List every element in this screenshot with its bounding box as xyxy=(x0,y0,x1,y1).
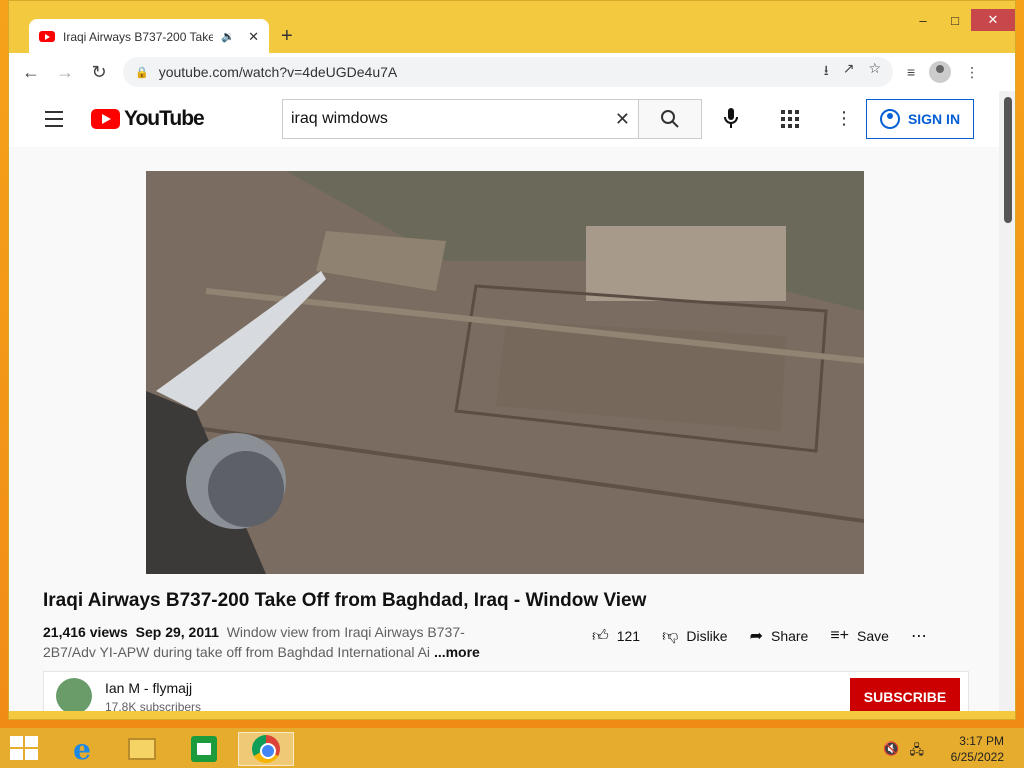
sign-in-label: SIGN IN xyxy=(907,111,961,127)
video-actions: 👍︎ 121 👎︎ Dislike ➦ Share ≡+ Save ⋯ xyxy=(592,626,927,646)
back-arrow-icon[interactable]: ← xyxy=(21,62,41,83)
apps-grid-button[interactable] xyxy=(781,110,799,133)
youtube-logo-text: YouTube xyxy=(124,107,205,130)
browser-tab[interactable]: Iraqi Airways B737-200 Take 🔉 ✕ xyxy=(29,19,269,54)
view-count: 21,416 views xyxy=(43,624,128,640)
video-player[interactable] xyxy=(146,171,864,574)
store-button[interactable] xyxy=(176,732,232,766)
file-explorer-button[interactable] xyxy=(114,732,170,766)
channel-avatar[interactable] xyxy=(56,678,92,711)
share-label: Share xyxy=(770,628,809,644)
thumbs-down-icon: 👎︎ xyxy=(662,627,679,645)
hamburger-menu-icon[interactable] xyxy=(45,111,63,132)
page-scrollbar[interactable] xyxy=(999,91,1015,711)
clock-date: 6/25/2022 xyxy=(950,750,1004,764)
youtube-favicon-icon xyxy=(39,31,55,42)
chrome-button[interactable] xyxy=(238,732,294,766)
folder-icon xyxy=(128,738,156,760)
tab-title: Iraqi Airways B737-200 Take xyxy=(63,29,213,44)
maximize-icon[interactable]: □ xyxy=(939,9,971,31)
media-controls-icon[interactable]: ≡ xyxy=(907,64,915,80)
thumbs-up-icon: 👍︎ xyxy=(592,627,609,645)
video-title: Iraqi Airways B737-200 Take Off from Bag… xyxy=(43,590,647,611)
playlist-add-icon: ≡+ xyxy=(830,627,850,644)
video-description[interactable]: 21,416 views Sep 29, 2011 Window view fr… xyxy=(43,622,493,662)
browser-toolbar: ← → ↻ 🔒 youtube.com/watch?v=4deUGDe4u7A … xyxy=(9,53,1015,91)
omnibox-actions: ⭳ ↗ ☆ xyxy=(824,60,881,84)
youtube-header: YouTube iraq wimdows ✕ ⋮ SIGN IN xyxy=(9,91,999,147)
like-count: 121 xyxy=(616,628,641,644)
window-controls: – □ ✕ xyxy=(907,9,1015,33)
voice-search-button[interactable] xyxy=(720,107,742,131)
like-button[interactable]: 👍︎ 121 xyxy=(592,627,640,646)
subscribe-button[interactable]: SUBSCRIBE xyxy=(850,678,960,711)
internet-explorer-button[interactable]: e xyxy=(54,732,110,766)
sign-in-button[interactable]: SIGN IN xyxy=(866,99,974,139)
channel-name[interactable]: Ian M - flymajj xyxy=(105,680,192,696)
profile-avatar-icon[interactable] xyxy=(929,61,952,83)
scrollbar-thumb[interactable] xyxy=(1004,97,1012,223)
system-tray: 🔇 🖧 xyxy=(883,741,924,763)
share-button[interactable]: ➦ Share xyxy=(750,626,809,646)
search-icon xyxy=(661,110,679,128)
more-actions-icon[interactable]: ⋯ xyxy=(911,626,927,646)
save-label: Save xyxy=(857,628,889,644)
dislike-label: Dislike xyxy=(686,628,728,644)
address-bar[interactable]: 🔒 youtube.com/watch?v=4deUGDe4u7A ⭳ ↗ ☆ xyxy=(123,57,893,87)
close-window-icon[interactable]: ✕ xyxy=(971,9,1015,31)
apps-grid-icon xyxy=(781,110,799,128)
install-icon[interactable]: ⭳ xyxy=(824,60,829,84)
search-query[interactable]: iraq wimdows xyxy=(291,110,615,128)
youtube-logo[interactable]: YouTube xyxy=(91,107,205,131)
network-icon[interactable]: 🖧 xyxy=(910,741,925,763)
account-icon xyxy=(879,109,900,129)
speaker-icon[interactable]: 🔉 xyxy=(221,30,235,43)
browser-window: – □ ✕ Iraqi Airways B737-200 Take 🔉 ✕ + … xyxy=(8,0,1016,720)
youtube-page: YouTube iraq wimdows ✕ ⋮ SIGN IN Iraqi A… xyxy=(9,91,1015,711)
new-tab-button[interactable]: + xyxy=(281,25,293,48)
taskbar: e 🔇 🖧 3:17 PM 6/25/2022 xyxy=(0,728,1024,768)
bookmark-star-icon[interactable]: ☆ xyxy=(868,60,881,84)
close-tab-icon[interactable]: ✕ xyxy=(248,29,259,45)
toolbar-right: ≡ ⋮ xyxy=(907,61,979,83)
store-icon xyxy=(191,736,217,762)
show-more-link[interactable]: ...more xyxy=(434,644,480,660)
clock-time: 3:17 PM xyxy=(959,734,1004,748)
subscriber-count: 17.8K subscribers xyxy=(105,700,202,711)
channel-row: Ian M - flymajj 17.8K subscribers SUBSCR… xyxy=(43,671,969,711)
url-text[interactable]: youtube.com/watch?v=4deUGDe4u7A xyxy=(159,64,814,80)
search-button[interactable] xyxy=(638,99,702,139)
volume-muted-icon[interactable]: 🔇 xyxy=(883,741,899,763)
youtube-play-icon xyxy=(91,109,120,129)
internet-explorer-icon: e xyxy=(73,732,91,766)
dislike-button[interactable]: 👎︎ Dislike xyxy=(662,627,727,646)
clear-search-icon[interactable]: ✕ xyxy=(615,109,630,130)
lock-icon[interactable]: 🔒 xyxy=(135,66,149,79)
microphone-icon xyxy=(724,108,738,128)
save-button[interactable]: ≡+ Save xyxy=(830,627,889,645)
browser-menu-icon[interactable]: ⋮ xyxy=(965,64,979,81)
chrome-icon xyxy=(252,735,280,763)
minimize-icon[interactable]: – xyxy=(907,9,939,31)
upload-date: Sep 29, 2011 xyxy=(135,624,219,640)
video-frame-image xyxy=(146,171,864,574)
search-input[interactable]: iraq wimdows ✕ xyxy=(282,99,639,139)
clock[interactable]: 3:17 PM 6/25/2022 xyxy=(951,733,1004,765)
reload-icon[interactable]: ↻ xyxy=(89,62,109,83)
share-icon[interactable]: ↗ xyxy=(843,60,855,84)
forward-arrow-icon[interactable]: → xyxy=(55,62,75,83)
settings-more-icon[interactable]: ⋮ xyxy=(835,108,853,129)
share-arrow-icon: ➦ xyxy=(749,628,763,645)
windows-start-icon[interactable] xyxy=(10,736,38,760)
